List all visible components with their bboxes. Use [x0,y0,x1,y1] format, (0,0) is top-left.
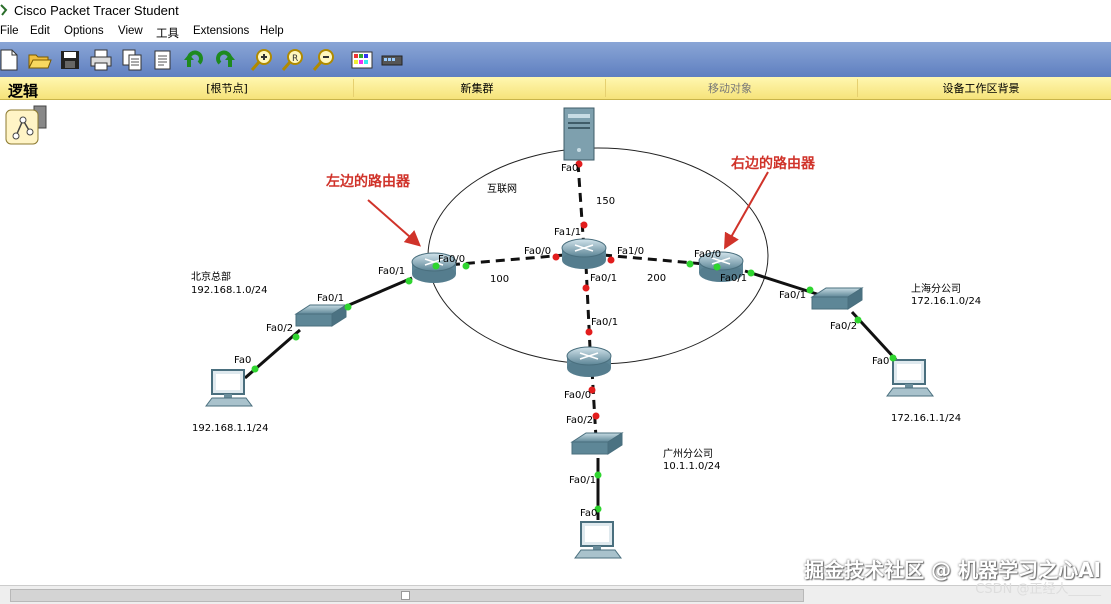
pc-ip-label: 172.16.1.1/24 [891,413,962,424]
toolbar: R [0,42,1111,78]
menu-help[interactable]: Help [260,25,284,37]
core-router[interactable] [561,238,607,269]
menu-tools[interactable]: 工具 [156,25,179,41]
title-bar: Cisco Packet Tracer Student [0,0,1111,22]
save-icon[interactable] [57,47,83,73]
port-label: Fa0/2 [266,323,294,334]
zoom-out-icon[interactable] [311,47,337,73]
print-icon[interactable] [88,47,114,73]
internet-label: 互联网 [487,184,517,195]
scrollbar-grip[interactable] [401,591,410,600]
app-icon [0,4,8,16]
menu-file[interactable]: File [0,25,19,37]
port-label: Fa0/1 [569,475,597,486]
zoom-reset-icon[interactable]: R [280,47,306,73]
menu-bar: File Edit Options View 工具 Extensions Hel… [0,22,1111,42]
port-label: Fa1/0 [617,246,645,257]
logical-mode-label[interactable]: 逻辑 [8,80,38,101]
port-label: Fa0/1 [317,293,345,304]
root-node-button[interactable]: [根节点] [180,80,274,96]
port-label: Fa0 [561,163,579,174]
divider [605,79,606,97]
port-label: Fa0/2 [566,415,594,426]
horizontal-scrollbar[interactable] [0,585,1111,604]
port-label: Fa0/0 [694,249,722,260]
switch-beijing[interactable] [294,304,348,327]
divider [353,79,354,97]
divider [857,79,858,97]
window-title: Cisco Packet Tracer Student [14,3,179,18]
port-label: Fa0/1 [590,273,618,284]
site-name-label: 上海分公司 [911,284,961,295]
menu-options[interactable]: Options [64,25,104,37]
paste-icon[interactable] [150,47,176,73]
link-cost-label: 200 [647,273,667,284]
device-icon[interactable] [379,47,405,73]
workspace-background-button[interactable]: 设备工作区背景 [926,80,1036,96]
bottom-router[interactable] [566,346,612,377]
link-bottom-swgz [590,369,598,439]
pc-ip-label: 192.168.1.1/24 [192,423,269,434]
menu-edit[interactable]: Edit [30,25,50,37]
port-label: Fa0/0 [524,246,552,257]
zoom-in-icon[interactable] [249,47,275,73]
menu-view[interactable]: View [118,25,143,37]
watermark-secondary: CSDN @正经人_____ [975,582,1101,597]
site-name-label: 广州分公司 [663,449,713,460]
move-object-button[interactable]: 移动对象 [683,80,777,96]
new-cluster-button[interactable]: 新集群 [430,80,524,96]
open-icon[interactable] [26,47,52,73]
port-label: Fa0 [234,355,252,366]
svg-text:R: R [292,54,298,64]
port-label: Fa0/0 [438,254,466,265]
site-network-label: 10.1.1.0/24 [663,461,721,472]
port-label: Fa0/0 [564,390,592,401]
site-network-label: 172.16.1.0/24 [911,296,982,307]
port-label: Fa0/1 [591,317,619,328]
right-router-annotation: 右边的路由器 [731,156,815,172]
port-label: Fa0/1 [720,273,748,284]
port-label: Fa1/1 [554,227,582,238]
workspace-bar: 逻辑 [根节点] 新集群 移动对象 设备工作区背景 [0,77,1111,100]
server-device[interactable] [563,107,595,161]
site-network-label: 192.168.1.0/24 [191,285,268,296]
undo-icon[interactable] [181,47,207,73]
arrow-right-router [724,171,769,250]
port-label: Fa0 [580,508,598,519]
switch-guangzhou[interactable] [570,432,624,455]
port-label: Fa0 [872,356,890,367]
pc-shanghai[interactable] [886,359,934,397]
pc-beijing[interactable] [205,369,253,407]
port-label: Fa0/1 [378,266,406,277]
palette-icon[interactable] [349,47,375,73]
pc-guangzhou[interactable] [574,521,622,559]
left-router-annotation: 左边的路由器 [326,174,410,190]
arrow-left-router [367,199,422,247]
port-label: Fa0/2 [830,321,858,332]
link-cost-label: 150 [596,196,616,207]
topology-canvas[interactable] [0,100,1111,585]
link-cost-label: 100 [490,274,510,285]
menu-extensions[interactable]: Extensions [193,25,249,37]
copy-icon[interactable] [119,47,145,73]
site-name-label: 北京总部 [191,272,231,283]
switch-shanghai[interactable] [810,287,864,310]
new-icon[interactable] [0,47,22,73]
redo-icon[interactable] [212,47,238,73]
link-status-dots [251,160,897,513]
port-label: Fa0/1 [779,290,807,301]
